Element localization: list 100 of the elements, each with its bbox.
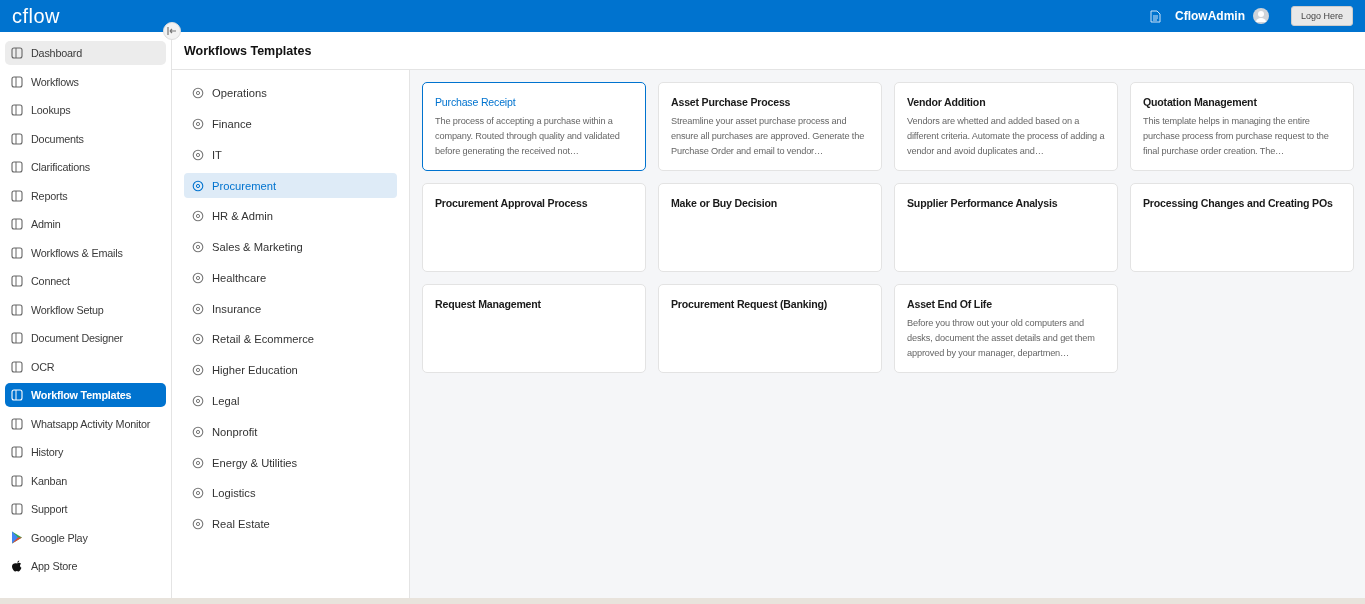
logo-button[interactable]: Logo Here bbox=[1290, 6, 1353, 26]
template-card[interactable]: Supplier Performance Analysis bbox=[894, 183, 1118, 272]
template-card[interactable]: Asset Purchase Process Streamline your asset purchase process and ensure all purchases are approved. Generate the Purchase Order and email to vendor… bbox=[658, 82, 882, 171]
card-description: Streamline your asset purchase process and ensure all purchases are approved. Generate the Purchase Order and email to vendor… bbox=[671, 115, 866, 158]
category-item[interactable]: Energy & Utilities bbox=[184, 450, 397, 475]
card-title: Quotation Management bbox=[1143, 96, 1258, 108]
circle-icon bbox=[192, 518, 204, 531]
template-card[interactable]: Vendor Addition Vendors are whetted and added based on a different criteria. Automate the process of adding a vendor and avoid duplicates and… bbox=[894, 82, 1118, 171]
category-item[interactable]: HR & Admin bbox=[184, 204, 397, 229]
square-icon bbox=[11, 189, 23, 202]
sidebar-item[interactable]: Lookups bbox=[5, 98, 166, 122]
template-card[interactable]: Make or Buy Decision bbox=[658, 183, 882, 272]
category-item[interactable]: Insurance bbox=[184, 296, 397, 321]
square-icon bbox=[11, 161, 23, 173]
sidebar-item[interactable]: Reports bbox=[5, 183, 166, 208]
sidebar-item[interactable]: OCR bbox=[5, 354, 166, 379]
square-icon bbox=[11, 75, 23, 88]
square-icon bbox=[11, 503, 23, 515]
category-item[interactable]: Logistics bbox=[184, 481, 397, 506]
card-description: The process of accepting a purchase within a company. Routed through quality and validated before generating the received not… bbox=[435, 115, 621, 158]
card-title: Procurement Request (Banking) bbox=[671, 298, 829, 310]
sidebar-item[interactable]: Support bbox=[5, 497, 166, 521]
play-triangle-icon bbox=[11, 531, 23, 544]
sidebar-item[interactable]: Google Play bbox=[5, 525, 166, 550]
sidebar-item[interactable]: Clarifications bbox=[5, 155, 166, 179]
template-card[interactable]: Quotation Management This template helps in managing the entire purchase process from purchase request to the final purchase order creation. The… bbox=[1130, 82, 1354, 171]
sidebar-item[interactable]: Dashboard bbox=[5, 41, 166, 65]
template-card[interactable]: Processing Changes and Creating POs bbox=[1130, 183, 1354, 272]
sidebar-item[interactable]: Workflow Templates bbox=[5, 383, 166, 407]
sidebar-item[interactable]: Documents bbox=[5, 126, 166, 151]
square-icon bbox=[11, 218, 23, 230]
circle-icon bbox=[192, 302, 204, 315]
template-card[interactable]: Request Management bbox=[422, 284, 646, 373]
card-title: Purchase Receipt bbox=[435, 96, 517, 108]
sidebar-item[interactable]: History bbox=[5, 440, 166, 464]
circle-icon bbox=[192, 241, 204, 254]
circle-icon bbox=[192, 333, 204, 346]
sidebar-item[interactable]: Workflows bbox=[5, 69, 166, 94]
square-icon bbox=[11, 47, 23, 59]
circle-icon bbox=[192, 456, 204, 469]
user-name[interactable]: CflowAdmin bbox=[1174, 9, 1245, 23]
category-item[interactable]: Sales & Marketing bbox=[184, 234, 397, 260]
category-item[interactable]: Nonprofit bbox=[184, 419, 397, 444]
category-item[interactable]: Finance bbox=[184, 111, 397, 137]
card-description: This template helps in managing the entire purchase process from purchase request to the final purchase order creation. The… bbox=[1143, 115, 1330, 158]
apple-icon bbox=[11, 559, 23, 573]
square-icon bbox=[11, 417, 23, 430]
circle-icon bbox=[192, 395, 204, 407]
card-title: Request Management bbox=[435, 298, 542, 310]
template-card[interactable]: Procurement Approval Process bbox=[422, 183, 646, 272]
circle-icon bbox=[192, 210, 204, 223]
card-description: Before you throw out your old computers and desks, document the asset details and get them approved by your manager, departmen… bbox=[907, 317, 1096, 360]
category-item[interactable]: Healthcare bbox=[184, 265, 397, 291]
template-card[interactable]: Asset End Of Life Before you throw out your old computers and desks, document the asset details and get them approved by your manager, departmen… bbox=[894, 284, 1118, 373]
square-icon bbox=[11, 446, 23, 458]
circle-icon bbox=[192, 179, 204, 192]
circle-icon bbox=[192, 271, 204, 284]
template-card[interactable]: Purchase Receipt The process of accepting a purchase within a company. Routed through quality and validated before generating the received not… bbox=[422, 82, 646, 171]
card-title: Vendor Addition bbox=[907, 96, 987, 108]
circle-icon bbox=[192, 87, 204, 100]
sidebar-item[interactable]: Connect bbox=[5, 269, 166, 293]
category-item[interactable]: IT bbox=[184, 142, 397, 167]
document-icon[interactable] bbox=[1149, 9, 1161, 23]
card-title: Supplier Performance Analysis bbox=[907, 197, 1059, 209]
card-description: Vendors are whetted and added based on a different criteria. Automate the process of adding a vendor and avoid duplicates and… bbox=[907, 115, 1106, 158]
card-title: Processing Changes and Creating POs bbox=[1143, 197, 1334, 209]
square-icon bbox=[11, 104, 23, 116]
collapse-arrow-icon bbox=[167, 27, 177, 35]
logo[interactable]: cflow bbox=[12, 4, 61, 28]
sidebar-item[interactable]: Admin bbox=[5, 212, 166, 236]
sidebar-item[interactable]: Workflow Setup bbox=[5, 297, 166, 322]
square-icon bbox=[11, 360, 23, 373]
sidebar-item[interactable]: Kanban bbox=[5, 468, 166, 493]
square-icon bbox=[11, 474, 23, 487]
circle-icon bbox=[192, 425, 204, 438]
category-item[interactable]: Higher Education bbox=[184, 358, 397, 383]
circle-icon bbox=[192, 364, 204, 377]
sidebar-item[interactable]: Workflows & Emails bbox=[5, 240, 166, 265]
card-title: Procurement Approval Process bbox=[435, 197, 589, 209]
circle-icon bbox=[192, 148, 204, 161]
category-item[interactable]: Procurement bbox=[184, 173, 397, 198]
circle-icon bbox=[192, 117, 204, 130]
avatar-icon[interactable] bbox=[1252, 8, 1269, 24]
sidebar-item[interactable]: App Store bbox=[5, 554, 166, 578]
square-icon bbox=[11, 389, 23, 401]
page-title: Workflows Templates bbox=[184, 43, 312, 58]
card-title: Asset Purchase Process bbox=[671, 96, 792, 108]
category-item[interactable]: Real Estate bbox=[184, 511, 397, 537]
square-icon bbox=[11, 332, 23, 344]
sidebar-item[interactable]: Document Designer bbox=[5, 326, 166, 350]
square-icon bbox=[11, 246, 23, 259]
square-icon bbox=[11, 275, 23, 287]
square-icon bbox=[11, 132, 23, 145]
category-item[interactable]: Retail & Ecommerce bbox=[184, 327, 397, 352]
template-card[interactable]: Procurement Request (Banking) bbox=[658, 284, 882, 373]
category-item[interactable]: Legal bbox=[184, 388, 397, 414]
card-title: Asset End Of Life bbox=[907, 298, 993, 310]
circle-icon bbox=[192, 487, 204, 500]
category-item[interactable]: Operations bbox=[184, 81, 397, 106]
sidebar-item[interactable]: Whatsapp Activity Monitor bbox=[5, 411, 166, 436]
